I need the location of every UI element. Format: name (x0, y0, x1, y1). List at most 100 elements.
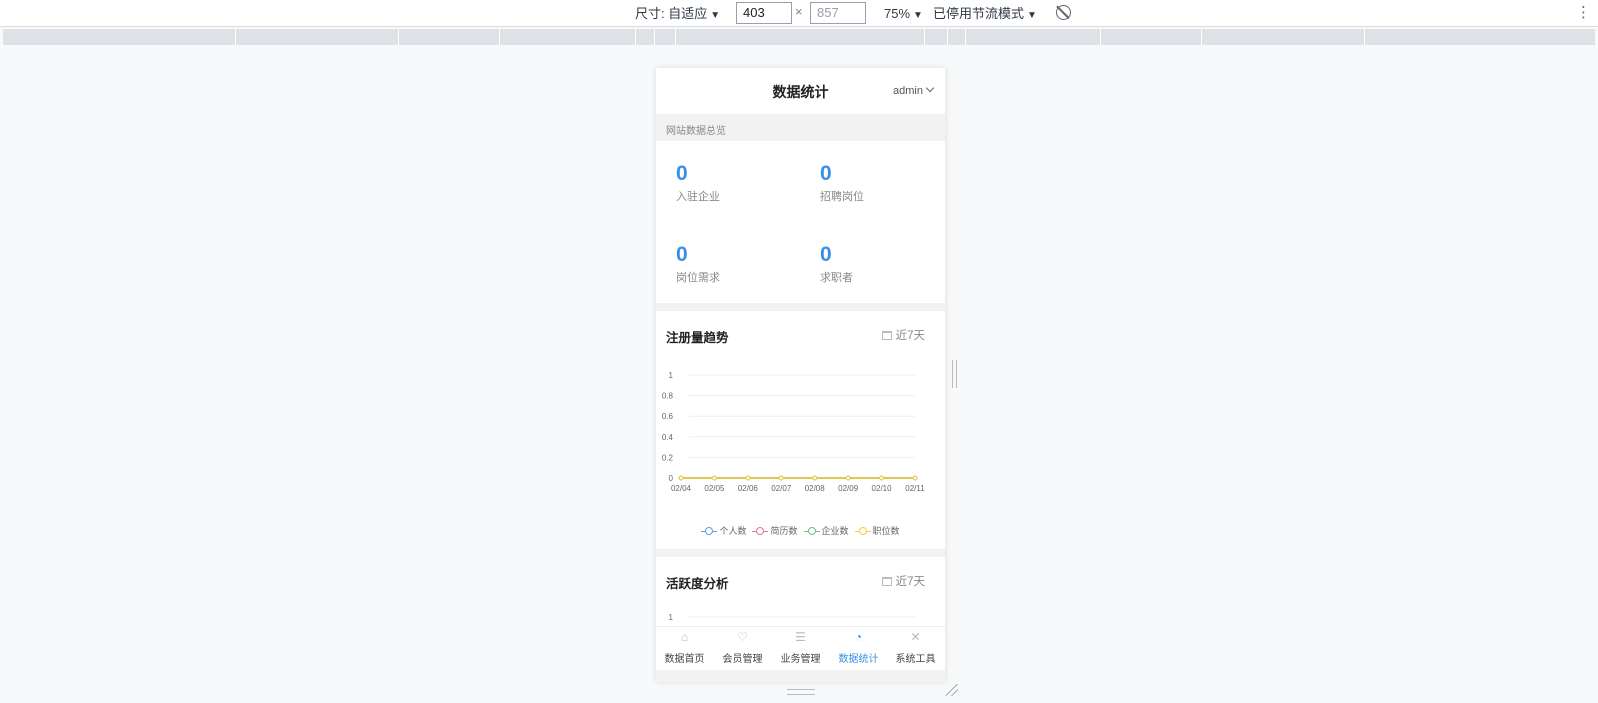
member-icon: ♡ (737, 630, 748, 644)
data-point (879, 475, 884, 481)
data-point (778, 475, 784, 481)
pie-chart-icon: ◔ (854, 630, 863, 644)
x-tick-label: 02/07 (771, 484, 792, 493)
legend-marker-icon (701, 527, 718, 535)
legend-marker-icon (854, 527, 871, 535)
throttle-label: 已停用节流模式 (933, 6, 1025, 21)
mq-divider (654, 29, 655, 45)
stat-positions[interactable]: 0 招聘岗位 (820, 162, 940, 204)
legend-label: 职位数 (872, 526, 900, 536)
x-tick-label: 02/11 (905, 484, 925, 493)
legend-label: 企业数 (821, 526, 849, 536)
device-viewport: 数据统计 admin 网站数据总览 0 入驻企业 0 招聘岗位 0 岗位需求 0… (656, 68, 945, 682)
data-point (912, 475, 918, 481)
device-bottom-strip (656, 670, 945, 682)
mq-divider (675, 29, 676, 45)
mq-divider (965, 29, 966, 45)
zoom-value: 75% (884, 6, 911, 21)
stat-jobseekers[interactable]: 0 求职者 (820, 243, 940, 285)
stat-value: 0 (820, 162, 832, 185)
stat-value: 0 (676, 162, 688, 185)
mq-divider (1100, 29, 1101, 45)
tab-business[interactable]: ☰ 业务管理 (772, 630, 829, 666)
app-header: 数据统计 admin (656, 68, 945, 114)
overview-card: 0 入驻企业 0 招聘岗位 0 岗位需求 0 求职者 (656, 141, 945, 303)
business-icon: ☰ (795, 630, 806, 644)
overview-title: 网站数据总览 (666, 126, 726, 137)
data-point (745, 475, 751, 481)
tab-label: 会员管理 (722, 654, 763, 665)
rotate-icon[interactable] (1056, 5, 1071, 20)
x-tick-label: 02/05 (704, 484, 725, 493)
y-tick-label: 0 (669, 474, 674, 483)
device-toolbar: 尺寸: 自适应 ▼ 403 × 857 75% ▼ 已停用节流模式 ▼ ⋮ (0, 0, 1598, 27)
stat-label: 招聘岗位 (820, 191, 864, 203)
activity-chart-card: 活跃度分析 近7天 1 (656, 557, 945, 637)
legend-item[interactable]: 个人数 (701, 524, 746, 537)
x-tick-label: 02/08 (805, 484, 826, 493)
tab-data-home[interactable]: ⌂ 数据首页 (656, 630, 713, 666)
y-tick-label: 0.4 (662, 433, 674, 442)
data-point (678, 475, 684, 481)
mq-divider (235, 29, 236, 45)
height-input[interactable]: 857 (810, 2, 866, 24)
times-icon: × (795, 4, 803, 19)
caret-down-icon: ▼ (710, 10, 721, 21)
legend-item[interactable]: 职位数 (854, 524, 900, 537)
tab-label: 业务管理 (780, 654, 821, 665)
stat-companies[interactable]: 0 入驻企业 (676, 162, 796, 204)
zoom-dropdown[interactable]: 75% ▼ (884, 4, 923, 23)
mq-divider (398, 29, 399, 45)
legend-item[interactable]: 简历数 (752, 524, 798, 537)
x-tick-label: 02/04 (671, 484, 692, 493)
tab-label: 数据首页 (664, 654, 705, 665)
caret-down-icon: ▼ (913, 10, 923, 21)
stat-demands[interactable]: 0 岗位需求 (676, 243, 796, 285)
resize-handle-bottom[interactable] (787, 689, 815, 695)
bottom-tab-bar: ⌂ 数据首页 ♡ 会员管理 ☰ 业务管理 ◔ 数据统计 ✕ 系统工具 (656, 626, 945, 670)
throttle-dropdown[interactable]: 已停用节流模式 ▼ (933, 4, 1037, 23)
dimensions-label: 尺寸: 自适应 (635, 6, 708, 21)
x-tick-label: 02/09 (838, 484, 859, 493)
legend-label: 简历数 (770, 526, 798, 536)
chevron-down-icon (925, 83, 935, 93)
mq-divider (947, 29, 948, 45)
resize-handle-right[interactable] (952, 360, 957, 388)
y-tick-label: 1 (669, 371, 674, 380)
user-menu[interactable]: admin (893, 83, 935, 97)
dimensions-dropdown[interactable]: 尺寸: 自适应 ▼ (635, 4, 720, 23)
stat-label: 岗位需求 (676, 272, 720, 284)
mq-divider (924, 29, 925, 45)
width-input[interactable]: 403 (736, 2, 792, 24)
media-query-bar[interactable] (3, 29, 1595, 45)
data-point (812, 475, 818, 481)
x-tick-label: 02/10 (872, 484, 893, 493)
more-options-icon[interactable]: ⋮ (1576, 3, 1591, 21)
mq-divider (1201, 29, 1202, 45)
tab-label: 系统工具 (895, 654, 936, 665)
trend-legend: 个人数 简历数 企业数 职位数 (656, 524, 945, 537)
y-tick-label: 0.6 (662, 412, 674, 421)
mq-divider (499, 29, 500, 45)
legend-marker-icon (752, 527, 769, 535)
stat-value: 0 (820, 243, 832, 266)
y-tick-label: 0.8 (662, 392, 674, 401)
tab-label: 数据统计 (838, 654, 879, 665)
y-tick-label: 0.2 (662, 453, 674, 462)
tab-system-tools[interactable]: ✕ 系统工具 (887, 630, 944, 666)
x-tick-label: 02/06 (738, 484, 759, 493)
data-point (845, 475, 851, 481)
resize-handle-corner[interactable] (946, 684, 958, 696)
y-tick-label: 1 (669, 613, 674, 622)
tools-icon: ✕ (910, 630, 921, 644)
mq-divider (635, 29, 636, 45)
legend-item[interactable]: 企业数 (803, 524, 849, 537)
data-point (712, 475, 717, 481)
home-icon: ⌂ (680, 630, 689, 644)
mq-divider (1364, 29, 1365, 45)
tab-members[interactable]: ♡ 会员管理 (714, 630, 771, 666)
activity-chart: 1 (669, 613, 915, 622)
legend-label: 个人数 (719, 526, 747, 536)
tab-statistics[interactable]: ◔ 数据统计 (830, 630, 887, 666)
legend-marker-icon (803, 527, 820, 535)
